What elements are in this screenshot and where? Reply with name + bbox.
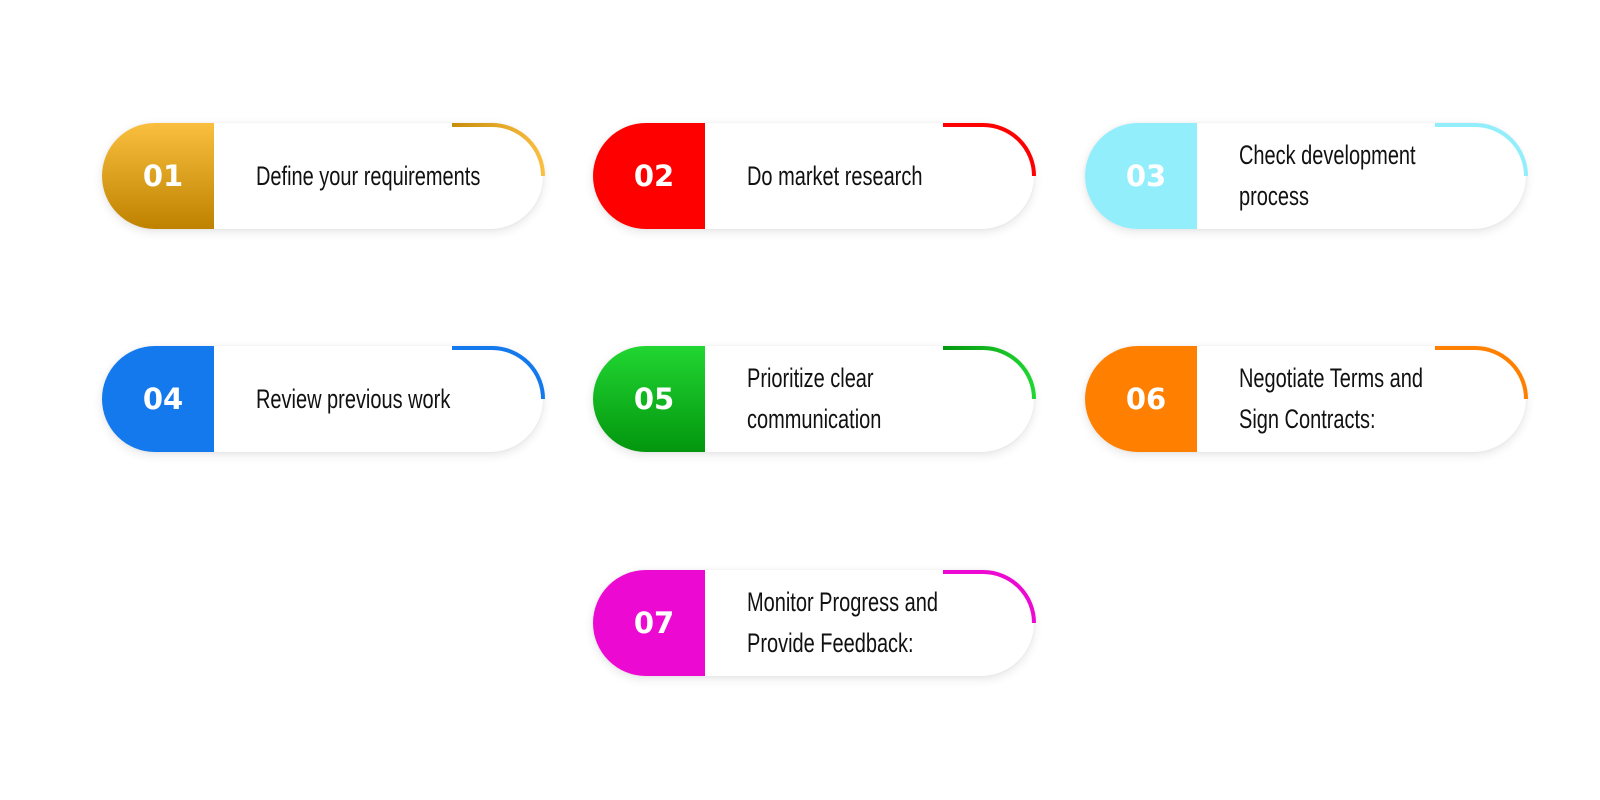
step-number-block: 01	[102, 123, 214, 229]
step-number: 02	[633, 159, 675, 193]
step-label: Negotiate Terms and Sign Contracts:	[1239, 358, 1423, 440]
step-label-line: Sign Contracts:	[1239, 404, 1376, 434]
step-label-line: Do market research	[747, 160, 923, 191]
step-label-line: Review previous work	[256, 383, 451, 414]
step-number: 07	[633, 606, 675, 640]
step-card-1: 01 Define your requirements	[102, 123, 545, 229]
step-card-5: 05 Prioritize clear communication	[593, 346, 1036, 452]
step-number: 04	[142, 382, 184, 416]
step-label-line: communication	[747, 404, 882, 434]
step-label: Do market research	[747, 156, 922, 197]
step-label: Define your requirements	[256, 156, 480, 197]
step-number: 01	[142, 159, 184, 193]
step-card-4: 04 Review previous work	[102, 346, 545, 452]
step-label-line: Monitor Progress and	[747, 587, 939, 617]
step-card-2: 02 Do market research	[593, 123, 1036, 229]
step-label: Prioritize clear communication	[747, 358, 881, 440]
step-number-block: 05	[593, 346, 705, 452]
step-number: 03	[1125, 159, 1167, 193]
step-label: Check development process	[1239, 135, 1416, 217]
step-label-line: process	[1239, 181, 1309, 211]
step-card-3: 03 Check development process	[1085, 123, 1528, 229]
step-number-block: 02	[593, 123, 705, 229]
step-label: Review previous work	[256, 379, 450, 420]
step-number-block: 03	[1085, 123, 1197, 229]
step-label-line: Negotiate Terms and	[1239, 363, 1424, 393]
step-number-block: 04	[102, 346, 214, 452]
step-card-7: 07 Monitor Progress and Provide Feedback:	[593, 570, 1036, 676]
step-number: 05	[633, 382, 675, 416]
step-number-block: 07	[593, 570, 705, 676]
step-number-block: 06	[1085, 346, 1197, 452]
step-label-line: Provide Feedback:	[747, 628, 914, 658]
step-label-line: Prioritize clear	[747, 363, 874, 393]
step-number: 06	[1125, 382, 1167, 416]
step-label: Monitor Progress and Provide Feedback:	[747, 582, 938, 664]
step-label-line: Define your requirements	[256, 160, 481, 191]
step-label-line: Check development	[1239, 140, 1416, 170]
step-card-6: 06 Negotiate Terms and Sign Contracts:	[1085, 346, 1528, 452]
